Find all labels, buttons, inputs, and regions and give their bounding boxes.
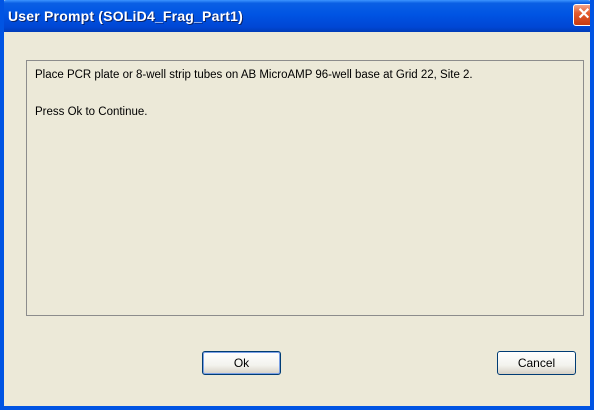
close-icon: ✕: [577, 6, 591, 23]
dialog-window: User Prompt (SOLiD4_Frag_Part1) ✕ Place …: [0, 0, 594, 410]
cancel-button[interactable]: Cancel: [497, 351, 576, 375]
message-line-1: Place PCR plate or 8-well strip tubes on…: [35, 69, 473, 81]
ok-button-label: Ok: [233, 356, 250, 370]
cancel-button-label: Cancel: [517, 356, 556, 370]
window-title: User Prompt (SOLiD4_Frag_Part1): [8, 8, 243, 24]
message-panel: Place PCR plate or 8-well strip tubes on…: [26, 60, 584, 316]
close-button[interactable]: ✕: [573, 4, 591, 26]
message-line-2: Press Ok to Continue.: [35, 106, 148, 118]
ok-button[interactable]: Ok: [202, 351, 281, 375]
title-bar[interactable]: User Prompt (SOLiD4_Frag_Part1) ✕: [4, 0, 591, 32]
